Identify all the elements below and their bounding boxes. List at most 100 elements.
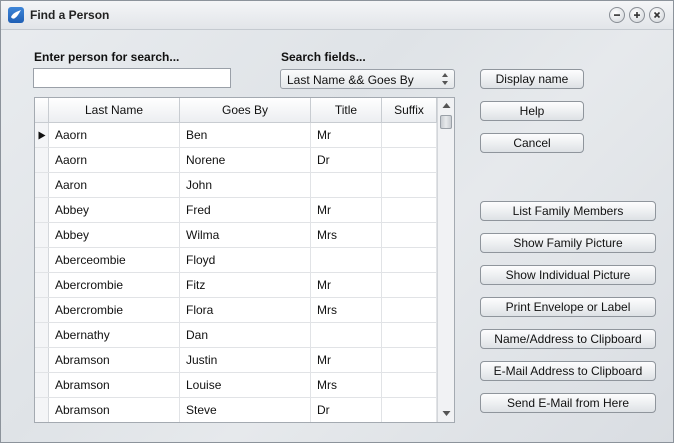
row-header[interactable] — [35, 173, 49, 197]
cell-suffix[interactable] — [382, 348, 437, 372]
person-table[interactable]: Last Name Goes By Title Suffix Aaorn Ben M… — [34, 97, 455, 423]
cell-suffix[interactable] — [382, 298, 437, 322]
table-row[interactable]: Abercrombie Fitz Mr — [35, 273, 437, 298]
help-button[interactable]: Help — [480, 101, 584, 121]
table-row[interactable]: Abbey Fred Mr — [35, 198, 437, 223]
cell-last-name[interactable]: Abercrombie — [49, 298, 180, 322]
cell-goes-by[interactable]: Justin — [180, 348, 311, 372]
search-input[interactable] — [33, 68, 231, 88]
cell-title[interactable]: Mrs — [311, 223, 382, 247]
cell-goes-by[interactable]: Louise — [180, 373, 311, 397]
cell-goes-by[interactable]: Ben — [180, 123, 311, 147]
cell-title[interactable]: Mrs — [311, 298, 382, 322]
cell-goes-by[interactable]: Fred — [180, 198, 311, 222]
cell-suffix[interactable] — [382, 248, 437, 272]
row-header[interactable] — [35, 198, 49, 222]
cell-suffix[interactable] — [382, 273, 437, 297]
cell-goes-by[interactable]: Fitz — [180, 273, 311, 297]
table-row[interactable]: Abernathy Dan — [35, 323, 437, 348]
minimize-icon[interactable] — [609, 7, 625, 23]
row-header[interactable] — [35, 323, 49, 347]
table-scrollbar[interactable] — [437, 98, 454, 422]
cell-goes-by[interactable]: Floyd — [180, 248, 311, 272]
cell-last-name[interactable]: Abramson — [49, 373, 180, 397]
cell-suffix[interactable] — [382, 398, 437, 422]
title-bar[interactable]: Find a Person — [1, 1, 673, 30]
cell-last-name[interactable]: Abercrombie — [49, 273, 180, 297]
show-individual-picture-button[interactable]: Show Individual Picture — [480, 265, 656, 285]
cell-last-name[interactable]: Aaorn — [49, 123, 180, 147]
row-header[interactable] — [35, 348, 49, 372]
table-row[interactable]: Abercrombie Flora Mrs — [35, 298, 437, 323]
print-envelope-button[interactable]: Print Envelope or Label — [480, 297, 656, 317]
table-row[interactable]: Aaron John — [35, 173, 437, 198]
row-header[interactable] — [35, 273, 49, 297]
column-header-last-name[interactable]: Last Name — [49, 98, 180, 122]
scroll-up-icon[interactable] — [442, 102, 451, 109]
name-address-clipboard-button[interactable]: Name/Address to Clipboard — [480, 329, 656, 349]
table-row[interactable]: Abramson Justin Mr — [35, 348, 437, 373]
list-family-members-button[interactable]: List Family Members — [480, 201, 656, 221]
cell-goes-by[interactable]: Norene — [180, 148, 311, 172]
cell-suffix[interactable] — [382, 223, 437, 247]
table-row[interactable]: Abramson Steve Dr — [35, 398, 437, 422]
cell-title[interactable] — [311, 323, 382, 347]
cell-last-name[interactable]: Aaron — [49, 173, 180, 197]
column-header-title[interactable]: Title — [311, 98, 382, 122]
cell-title[interactable]: Dr — [311, 148, 382, 172]
table-row[interactable]: Abramson Louise Mrs — [35, 373, 437, 398]
cell-last-name[interactable]: Aberceombie — [49, 248, 180, 272]
cell-suffix[interactable] — [382, 323, 437, 347]
cell-goes-by[interactable]: John — [180, 173, 311, 197]
maximize-icon[interactable] — [629, 7, 645, 23]
display-name-button[interactable]: Display name — [480, 69, 584, 89]
cell-title[interactable] — [311, 248, 382, 272]
column-header-suffix[interactable]: Suffix — [382, 98, 437, 122]
row-header-current[interactable] — [35, 123, 49, 147]
cell-last-name[interactable]: Abernathy — [49, 323, 180, 347]
row-header[interactable] — [35, 223, 49, 247]
row-header[interactable] — [35, 398, 49, 422]
cell-title[interactable]: Dr — [311, 398, 382, 422]
cell-suffix[interactable] — [382, 173, 437, 197]
table-row[interactable]: Aaorn Ben Mr — [35, 123, 437, 148]
cell-title[interactable]: Mrs — [311, 373, 382, 397]
updown-arrows-icon — [442, 73, 448, 85]
cell-title[interactable]: Mr — [311, 348, 382, 372]
table-row[interactable]: Aaorn Norene Dr — [35, 148, 437, 173]
cell-goes-by[interactable]: Steve — [180, 398, 311, 422]
cell-last-name[interactable]: Abramson — [49, 348, 180, 372]
cell-suffix[interactable] — [382, 373, 437, 397]
table-row[interactable]: Abbey Wilma Mrs — [35, 223, 437, 248]
row-header[interactable] — [35, 148, 49, 172]
show-family-picture-button[interactable]: Show Family Picture — [480, 233, 656, 253]
cell-last-name[interactable]: Abbey — [49, 223, 180, 247]
column-header-goes-by[interactable]: Goes By — [180, 98, 311, 122]
cell-title[interactable] — [311, 173, 382, 197]
cell-last-name[interactable]: Abramson — [49, 398, 180, 422]
table-header: Last Name Goes By Title Suffix — [35, 98, 437, 123]
table-row[interactable]: Aberceombie Floyd — [35, 248, 437, 273]
email-clipboard-button[interactable]: E-Mail Address to Clipboard — [480, 361, 656, 381]
scroll-thumb[interactable] — [440, 115, 452, 129]
cell-title[interactable]: Mr — [311, 273, 382, 297]
row-header[interactable] — [35, 298, 49, 322]
search-fields-value: Last Name && Goes By — [287, 73, 414, 87]
row-header[interactable] — [35, 248, 49, 272]
scroll-down-icon[interactable] — [442, 410, 451, 417]
cancel-button[interactable]: Cancel — [480, 133, 584, 153]
close-icon[interactable] — [649, 7, 665, 23]
cell-last-name[interactable]: Aaorn — [49, 148, 180, 172]
cell-goes-by[interactable]: Dan — [180, 323, 311, 347]
cell-title[interactable]: Mr — [311, 198, 382, 222]
send-email-button[interactable]: Send E-Mail from Here — [480, 393, 656, 413]
search-fields-select[interactable]: Last Name && Goes By — [280, 69, 455, 89]
row-header[interactable] — [35, 373, 49, 397]
cell-suffix[interactable] — [382, 123, 437, 147]
cell-title[interactable]: Mr — [311, 123, 382, 147]
cell-suffix[interactable] — [382, 148, 437, 172]
cell-last-name[interactable]: Abbey — [49, 198, 180, 222]
cell-goes-by[interactable]: Wilma — [180, 223, 311, 247]
cell-goes-by[interactable]: Flora — [180, 298, 311, 322]
cell-suffix[interactable] — [382, 198, 437, 222]
